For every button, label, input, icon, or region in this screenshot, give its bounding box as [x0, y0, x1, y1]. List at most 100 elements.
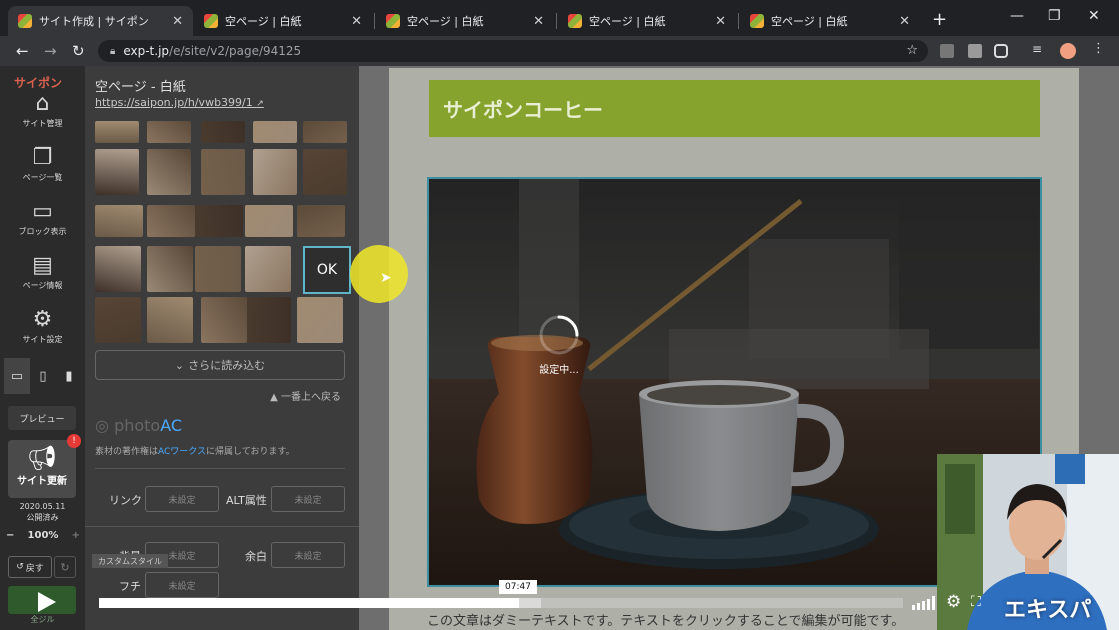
zoom-out-button[interactable]: −: [6, 530, 14, 541]
saipon-favicon-icon: [18, 14, 32, 28]
blocks-icon: ▭: [32, 199, 53, 224]
image-thumbnail[interactable]: [303, 149, 347, 195]
desktop-view-icon[interactable]: ▭: [4, 358, 30, 394]
alert-badge: !: [67, 434, 81, 448]
margin-field[interactable]: 未設定: [271, 542, 345, 568]
image-thumbnail[interactable]: [147, 297, 193, 343]
image-thumbnail[interactable]: [147, 121, 191, 143]
margin-label: 余白: [245, 550, 267, 563]
saipon-favicon-icon: [204, 14, 218, 28]
image-thumbnail[interactable]: [303, 121, 347, 143]
rail-item-page-info[interactable]: ▤ ページ情報: [0, 254, 85, 291]
menu-icon[interactable]: ⋮: [1092, 41, 1106, 56]
tab-blank-page-4[interactable]: 空ページ | 白紙 ✕: [740, 6, 920, 36]
rail-item-site-management[interactable]: ⌂ サイト管理: [0, 92, 85, 129]
preview-button[interactable]: プレビュー: [8, 406, 76, 430]
custom-style-tag[interactable]: カスタムスタイル: [92, 554, 168, 568]
close-window-icon[interactable]: ✕: [1088, 8, 1100, 24]
image-thumbnail[interactable]: [245, 205, 293, 237]
image-thumbnail[interactable]: [253, 149, 297, 195]
image-thumbnail[interactable]: [297, 297, 343, 343]
undo-button[interactable]: ↺ 戻す: [8, 556, 52, 578]
photoac-prefix: photo: [114, 416, 161, 435]
image-thumbnail[interactable]: [147, 246, 193, 292]
tab-blank-page-1[interactable]: 空ページ | 白紙 ✕: [194, 6, 372, 36]
rail-item-site-settings[interactable]: ⚙ サイト設定: [0, 308, 85, 345]
image-thumbnail[interactable]: [147, 149, 191, 195]
back-to-top-link[interactable]: ▲ 一番上へ戻る: [270, 388, 341, 403]
tab-divider: [556, 13, 557, 29]
alt-field[interactable]: 未設定: [271, 486, 345, 512]
tablet-view-icon[interactable]: ▯: [30, 358, 56, 394]
image-thumbnail[interactable]: [297, 205, 345, 237]
zoom-in-button[interactable]: +: [72, 530, 80, 541]
header-block[interactable]: サイポンコーヒー: [429, 80, 1040, 137]
image-thumbnail[interactable]: [201, 297, 247, 343]
minimize-icon[interactable]: —: [1010, 8, 1024, 24]
acworks-link[interactable]: ACワークス: [158, 447, 206, 457]
rail-item-label: サイト管理: [22, 119, 63, 128]
image-thumbnail[interactable]: [201, 121, 245, 143]
url-path: /e/site/v2/page/94125: [169, 44, 302, 58]
rail-item-page-list[interactable]: ❐ ページ一覧: [0, 146, 85, 183]
back-icon[interactable]: ←: [16, 42, 29, 60]
site-update-button[interactable]: 📢︎ サイト更新 !: [8, 434, 81, 498]
image-thumbnail[interactable]: [245, 246, 291, 292]
brand-logo: サイポン: [14, 76, 63, 90]
fullscreen-icon[interactable]: ⛶: [971, 594, 981, 610]
link-field[interactable]: 未設定: [145, 486, 219, 512]
image-thumbnail[interactable]: [95, 205, 143, 237]
border-label: フチ: [119, 580, 141, 593]
redo-button[interactable]: ↻: [54, 556, 76, 578]
rail-item-label: サイト設定: [22, 335, 63, 344]
border-field[interactable]: 未設定: [145, 572, 219, 598]
home-icon: ⌂: [35, 91, 50, 116]
profile-avatar[interactable]: [1060, 43, 1076, 59]
image-panel: 空ページ - 白紙 https://saipon.jp/h/vwb399/1 ↗…: [85, 66, 359, 630]
image-thumbnail[interactable]: [201, 149, 245, 195]
load-more-button[interactable]: ⌄ さらに読み込む: [95, 350, 345, 380]
credit-text: 素材の著作権はACワークスに帰属しております。: [95, 444, 350, 457]
image-thumbnail[interactable]: [245, 297, 291, 343]
restore-icon[interactable]: ❐: [1048, 8, 1061, 24]
image-thumbnail[interactable]: [95, 121, 139, 143]
play-button[interactable]: [36, 590, 58, 614]
image-thumbnail[interactable]: [253, 121, 297, 143]
image-thumbnail[interactable]: [95, 297, 141, 343]
forward-icon[interactable]: →: [44, 42, 57, 60]
rail-item-block-view[interactable]: ▭ ブロック表示: [0, 200, 85, 237]
ok-button[interactable]: OK: [303, 246, 351, 294]
address-bar: ← → ↻ 🔒︎ exp-t.jp /e/site/v2/page/94125 …: [0, 36, 1119, 66]
extension-qr-icon[interactable]: [940, 44, 954, 58]
volume-icon[interactable]: [912, 596, 938, 610]
mobile-view-icon[interactable]: ▮: [56, 358, 82, 394]
device-switcher: ▭ ▯ ▮: [4, 358, 82, 394]
page-url-link[interactable]: https://saipon.jp/h/vwb399/1 ↗: [95, 96, 264, 109]
pocket-icon[interactable]: [994, 44, 1008, 58]
image-thumbnail[interactable]: [95, 149, 139, 195]
close-tab-icon[interactable]: ✕: [351, 14, 362, 29]
image-thumbnail[interactable]: [195, 246, 241, 292]
video-progress-bar[interactable]: [99, 598, 903, 608]
image-thumbnail[interactable]: [195, 205, 243, 237]
tab-site-builder[interactable]: サイト作成 | サイポン ✕: [8, 6, 193, 36]
close-tab-icon[interactable]: ✕: [533, 14, 544, 29]
image-thumbnail[interactable]: [95, 246, 141, 292]
close-tab-icon[interactable]: ✕: [715, 14, 726, 29]
settings-gear-icon[interactable]: ⚙: [946, 592, 961, 612]
body-text-block[interactable]: この文章はダミーテキストです。テキストをクリックすることで編集が可能です。: [427, 610, 904, 629]
reload-icon[interactable]: ↻: [72, 42, 85, 60]
tab-blank-page-3[interactable]: 空ページ | 白紙 ✕: [558, 6, 736, 36]
tab-blank-page-2[interactable]: 空ページ | 白紙 ✕: [376, 6, 554, 36]
bookmark-star-icon[interactable]: ☆: [906, 43, 918, 58]
close-tab-icon[interactable]: ✕: [172, 14, 183, 29]
undo-icon: ↺: [16, 562, 24, 572]
megaphone-icon: 📢︎: [26, 444, 58, 472]
image-thumbnail[interactable]: [147, 205, 195, 237]
extension-image-icon[interactable]: [968, 44, 982, 58]
playlist-icon[interactable]: ≡: [1032, 42, 1046, 56]
new-tab-button[interactable]: +: [932, 9, 947, 30]
url-field[interactable]: 🔒︎ exp-t.jp /e/site/v2/page/94125 ☆: [98, 40, 928, 62]
saipon-favicon-icon: [750, 14, 764, 28]
close-tab-icon[interactable]: ✕: [899, 14, 910, 29]
